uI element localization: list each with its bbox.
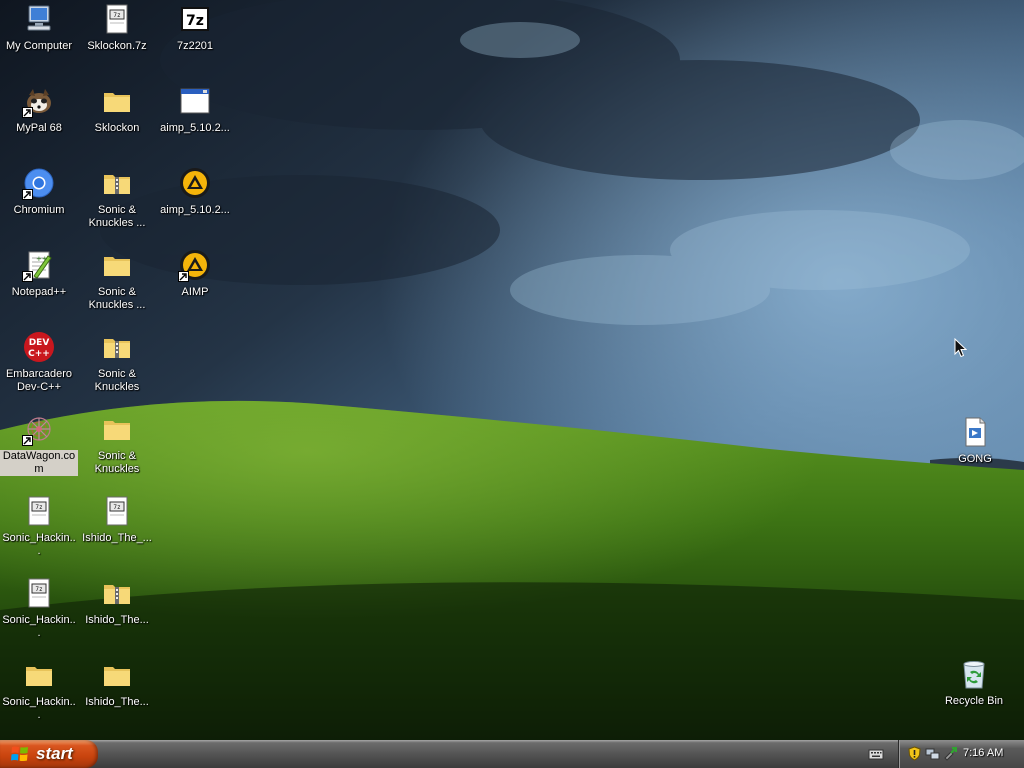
desktop-icon-sonic-knuckles-folder-2[interactable]: Sonic & Knuckles <box>78 413 156 477</box>
icon-label: AIMP <box>181 286 209 298</box>
aimp-icon <box>178 249 211 282</box>
icon-label: Ishido_The... <box>85 696 149 708</box>
desktop-icon-sonic-hacking-1[interactable]: 7z Sonic_Hackin... <box>0 495 78 559</box>
icon-label: Sonic & Knuckles <box>94 368 140 393</box>
desktop-icon-sklockon-folder[interactable]: Sklockon <box>78 85 156 136</box>
security-shield-icon[interactable] <box>907 746 922 761</box>
zip-folder-icon <box>101 167 133 199</box>
svg-text:DEV: DEV <box>29 338 50 348</box>
notepad-plus-plus-icon: ++ <box>22 249 55 282</box>
safely-remove-icon[interactable] <box>943 746 958 761</box>
icon-label: 7z2201 <box>176 40 214 52</box>
icon-label: Sonic & Knuckles ... <box>88 204 146 229</box>
desktop-icon-7z2201[interactable]: 7z 7z2201 <box>156 3 234 54</box>
desktop-icon-recycle-bin[interactable]: Recycle Bin <box>935 658 1013 709</box>
dev-cpp-icon: DEV C++ <box>23 331 55 363</box>
zip-folder-icon <box>101 577 133 609</box>
archive-file-icon: 7z <box>23 495 55 527</box>
keyboard-icon[interactable] <box>868 747 884 761</box>
aimp-icon <box>179 167 211 199</box>
desktop-icon-my-computer[interactable]: My Computer <box>0 3 78 54</box>
media-file-icon <box>959 416 991 448</box>
desktop-icon-mypal[interactable]: MyPal 68 <box>0 85 78 136</box>
zip-folder-icon <box>101 331 133 363</box>
desktop-icon-notepad-plus-plus[interactable]: ++ Notepad++ <box>0 249 78 300</box>
network-icon[interactable] <box>925 746 940 761</box>
icon-label: Sonic & Knuckles <box>94 450 140 475</box>
desktop-icon-aimp-installer-1[interactable]: aimp_5.10.2... <box>156 85 234 136</box>
desktop-icon-sonic-knuckles-zip-2[interactable]: Sonic & Knuckles <box>78 331 156 395</box>
archive-file-icon: 7z <box>101 3 133 35</box>
icon-label: MyPal 68 <box>16 122 62 134</box>
start-label: start <box>36 744 73 763</box>
desktop-icon-ishido-folder[interactable]: Ishido_The... <box>78 659 156 710</box>
svg-text:7z: 7z <box>186 13 204 29</box>
icon-label: Sonic_Hackin... <box>2 614 76 639</box>
folder-icon <box>101 249 133 281</box>
desktop-icon-ishido-zip[interactable]: Ishido_The... <box>78 577 156 628</box>
desktop-icon-gong[interactable]: GONG <box>936 416 1014 467</box>
shortcut-arrow-icon <box>22 271 33 282</box>
desktop-icon-dev-cpp[interactable]: DEV C++ Embarcadero Dev-C++ <box>0 331 78 395</box>
icon-label: GONG <box>958 453 992 465</box>
datawagon-icon <box>22 413 55 446</box>
svg-text:7z: 7z <box>113 12 121 19</box>
desktop-icon-sonic-knuckles-folder-1[interactable]: Sonic & Knuckles ... <box>78 249 156 313</box>
svg-text:++: ++ <box>36 255 48 263</box>
taskbar: start 7:16 AM <box>0 740 1024 768</box>
system-tray: 7:16 AM <box>898 740 1024 768</box>
icon-label: Embarcadero Dev-C++ <box>5 368 73 393</box>
desktop-icon-ishido-7z[interactable]: 7z Ishido_The_... <box>78 495 156 546</box>
shortcut-arrow-icon <box>22 189 33 200</box>
mouse-cursor-icon <box>954 338 967 358</box>
windows-logo-icon <box>11 746 28 762</box>
folder-icon <box>23 659 55 691</box>
installer-window-icon <box>179 85 211 117</box>
my-computer-icon <box>23 3 55 35</box>
archive-file-icon: 7z <box>101 495 133 527</box>
desktop-icon-datawagon[interactable]: DataWagon.com <box>0 413 78 477</box>
icon-label: My Computer <box>5 40 73 52</box>
desktop-icon-aimp[interactable]: AIMP <box>156 249 234 300</box>
icon-label: Sonic_Hackin... <box>2 532 76 557</box>
mypal-browser-icon <box>22 85 55 118</box>
icon-label: aimp_5.10.2... <box>160 204 230 216</box>
desktop-icon-sonic-knuckles-zip-1[interactable]: Sonic & Knuckles ... <box>78 167 156 231</box>
icon-label: Sonic & Knuckles ... <box>88 286 146 311</box>
shortcut-arrow-icon <box>178 271 189 282</box>
archive-file-icon: 7z <box>23 577 55 609</box>
icon-label: Chromium <box>13 204 65 216</box>
icon-label: DataWagon.com <box>0 450 78 476</box>
svg-text:7z: 7z <box>113 504 121 511</box>
desktop-icon-aimp-installer-2[interactable]: aimp_5.10.2... <box>156 167 234 218</box>
icon-label: Notepad++ <box>11 286 67 298</box>
icon-label: Ishido_The_... <box>82 532 152 544</box>
folder-icon <box>101 413 133 445</box>
icon-label: aimp_5.10.2... <box>160 122 230 134</box>
icon-label: Sklockon <box>94 122 140 134</box>
icon-label: Ishido_The... <box>85 614 149 626</box>
seven-zip-icon: 7z <box>179 3 211 35</box>
svg-text:7z: 7z <box>35 586 43 593</box>
desktop-icon-sklockon-7z[interactable]: 7z Sklockon.7z <box>78 3 156 54</box>
svg-text:C++: C++ <box>28 349 50 359</box>
svg-text:7z: 7z <box>35 504 43 511</box>
recycle-bin-icon <box>958 658 990 690</box>
icon-label: Recycle Bin <box>944 695 1004 707</box>
clock[interactable]: 7:16 AM <box>963 747 1003 759</box>
desktop-icon-sonic-hacking-3[interactable]: Sonic_Hackin... <box>0 659 78 723</box>
folder-icon <box>101 85 133 117</box>
start-button[interactable]: start <box>0 740 98 768</box>
icon-label: Sonic_Hackin... <box>2 696 76 721</box>
shortcut-arrow-icon <box>22 435 33 446</box>
icon-label: Sklockon.7z <box>87 40 147 52</box>
shortcut-arrow-icon <box>22 107 33 118</box>
desktop-icon-sonic-hacking-2[interactable]: 7z Sonic_Hackin... <box>0 577 78 641</box>
chromium-icon <box>22 167 55 200</box>
folder-icon <box>101 659 133 691</box>
desktop-icon-chromium[interactable]: Chromium <box>0 167 78 218</box>
